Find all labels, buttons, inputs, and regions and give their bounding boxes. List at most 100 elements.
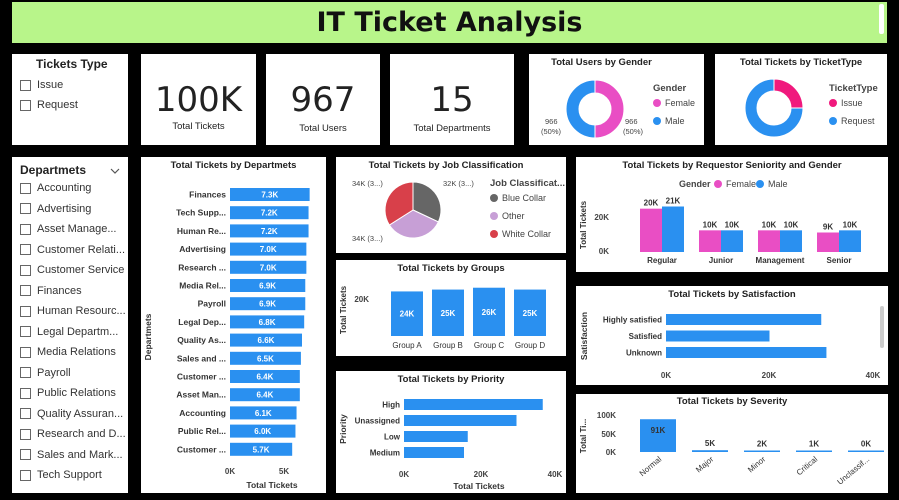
legend-item-white-collar[interactable]: White Collar (490, 229, 551, 239)
category-label: Asset Man... (176, 390, 226, 400)
checkbox-icon[interactable] (20, 99, 31, 111)
data-label: 1K (809, 440, 819, 449)
legend-dot-icon (653, 117, 661, 125)
pie-slice (565, 79, 596, 139)
data-label: 5K (705, 439, 715, 448)
legend-dot-icon (829, 99, 837, 107)
checkbox-icon[interactable] (20, 387, 31, 399)
category-label: Research ... (178, 262, 226, 272)
legend-title: TicketType (829, 83, 878, 94)
title-scrollbar[interactable] (879, 4, 884, 34)
tick-label: 20K (594, 213, 609, 222)
tick-label: 0K (599, 247, 609, 256)
legend-item-female[interactable]: Female (653, 98, 695, 108)
tick-label: 0K (225, 467, 235, 476)
kpi-total-users: 967 Total Users (266, 54, 380, 145)
slicer-item[interactable]: Legal Departm... (20, 326, 118, 338)
slicer-item-label: Finances (37, 284, 82, 297)
tick-label: 20K (762, 371, 777, 380)
tick-label: 100K (597, 411, 616, 420)
slicer-item[interactable]: Customer Relati... (20, 244, 125, 256)
slicer-item[interactable]: Quality Assuran... (20, 408, 123, 420)
data-label: 32K (3...) (443, 179, 474, 188)
checkbox-icon[interactable] (20, 244, 31, 255)
data-label: 7.3K (261, 191, 278, 200)
legend-dot-icon (490, 212, 498, 220)
category-label: Legal Dep... (178, 317, 226, 327)
kpi-value: 100K (154, 80, 243, 120)
category-label: Junior (709, 256, 733, 265)
checkbox-icon[interactable] (20, 79, 31, 91)
category-label: Regular (647, 256, 677, 265)
slicer-title: Departmets (20, 163, 87, 177)
tick-label: 0K (399, 470, 409, 479)
bar (692, 450, 728, 452)
checkbox-icon[interactable] (20, 223, 31, 235)
checkbox-icon[interactable] (20, 182, 31, 194)
slicer-item[interactable]: Media Relations (20, 346, 116, 358)
data-label: 6.0K (254, 427, 271, 436)
slicer-item[interactable]: Public Relations (20, 387, 116, 399)
slicer-item[interactable]: Customer Service (20, 264, 124, 276)
checkbox-icon[interactable] (20, 305, 31, 317)
slicer-item[interactable]: Sales and Mark... (20, 449, 123, 461)
users-by-gender-chart: Total Users by Gender 966 (50%) 966 (50%) G… (529, 54, 704, 145)
slicer-item[interactable]: Research and D... (20, 428, 126, 440)
legend-label: Issue (841, 98, 863, 108)
legend-item-blue-collar[interactable]: Blue Collar (490, 193, 546, 203)
data-label: 2K (757, 440, 767, 449)
legend-label: Blue Collar (502, 193, 547, 203)
tickets-by-severity-chart: Total Tickets by Severity 91K Normal 5K Maj… (576, 394, 888, 493)
slicer-item[interactable]: Payroll (20, 367, 71, 379)
bar (839, 230, 861, 252)
checkbox-icon[interactable] (20, 346, 31, 358)
data-label: 6.9K (259, 282, 276, 291)
slicer-item[interactable]: Human Resourc... (20, 305, 126, 317)
slicer-item[interactable]: Advertising (20, 203, 91, 215)
category-label: Media Rel... (179, 281, 226, 291)
slicer-item[interactable]: Tech Support (20, 469, 102, 481)
data-label: 6.4K (256, 373, 273, 382)
tickets-by-type-chart: Total Tickets by TicketType TicketType I… (715, 54, 887, 145)
scrollbar[interactable] (880, 306, 884, 348)
checkbox-icon[interactable] (20, 408, 31, 419)
slicer-item[interactable]: Accounting (20, 182, 91, 194)
checkbox-icon[interactable] (20, 264, 31, 276)
bar (758, 230, 780, 252)
bar (817, 232, 839, 252)
legend-item-male[interactable]: Male (653, 116, 685, 126)
bar-chart: 91K Normal 5K Major 2K Minor 1K Critical 0K Uncla… (579, 411, 884, 487)
checkbox-icon[interactable] (20, 326, 31, 337)
chevron-down-icon[interactable] (110, 167, 120, 175)
checkbox-icon[interactable] (20, 428, 31, 440)
legend-item-request[interactable]: Request (829, 116, 875, 126)
slicer-item-label: Asset Manage... (37, 223, 117, 235)
data-label: (50%) (541, 127, 562, 136)
data-label: 6.6K (258, 336, 275, 345)
slicer-item-issue[interactable]: Issue (20, 79, 63, 91)
bar (404, 399, 543, 410)
slicer-item-request[interactable]: Request (20, 99, 78, 111)
checkbox-icon[interactable] (20, 285, 31, 296)
slicer-item-label: Media Relations (37, 346, 116, 358)
data-label: 34K (3...) (352, 179, 383, 188)
legend-label: Male (665, 116, 685, 126)
checkbox-icon[interactable] (20, 469, 31, 481)
bar-chart: Finances 7.3K Tech Supp... 7.2K Human Re... 7… (143, 188, 310, 490)
checkbox-icon[interactable] (20, 203, 31, 214)
legend-item-other[interactable]: Other (490, 211, 525, 221)
category-label: Payroll (198, 299, 226, 309)
category-label: Finances (189, 190, 226, 200)
checkbox-icon[interactable] (20, 449, 31, 460)
kpi-total-departments: 15 Total Departments (390, 54, 514, 145)
legend-label: Female (665, 98, 696, 108)
slicer-item[interactable]: Asset Manage... (20, 223, 117, 235)
checkbox-icon[interactable] (20, 367, 31, 378)
slicer-item-label: Research and D... (37, 428, 126, 440)
slicer-item[interactable]: Finances (20, 285, 82, 297)
legend-item-issue[interactable]: Issue (829, 98, 863, 108)
bar (666, 314, 822, 325)
slicer-title: Tickets Type (36, 57, 108, 71)
data-label: 25K (523, 309, 538, 318)
data-label: 25K (441, 309, 456, 318)
